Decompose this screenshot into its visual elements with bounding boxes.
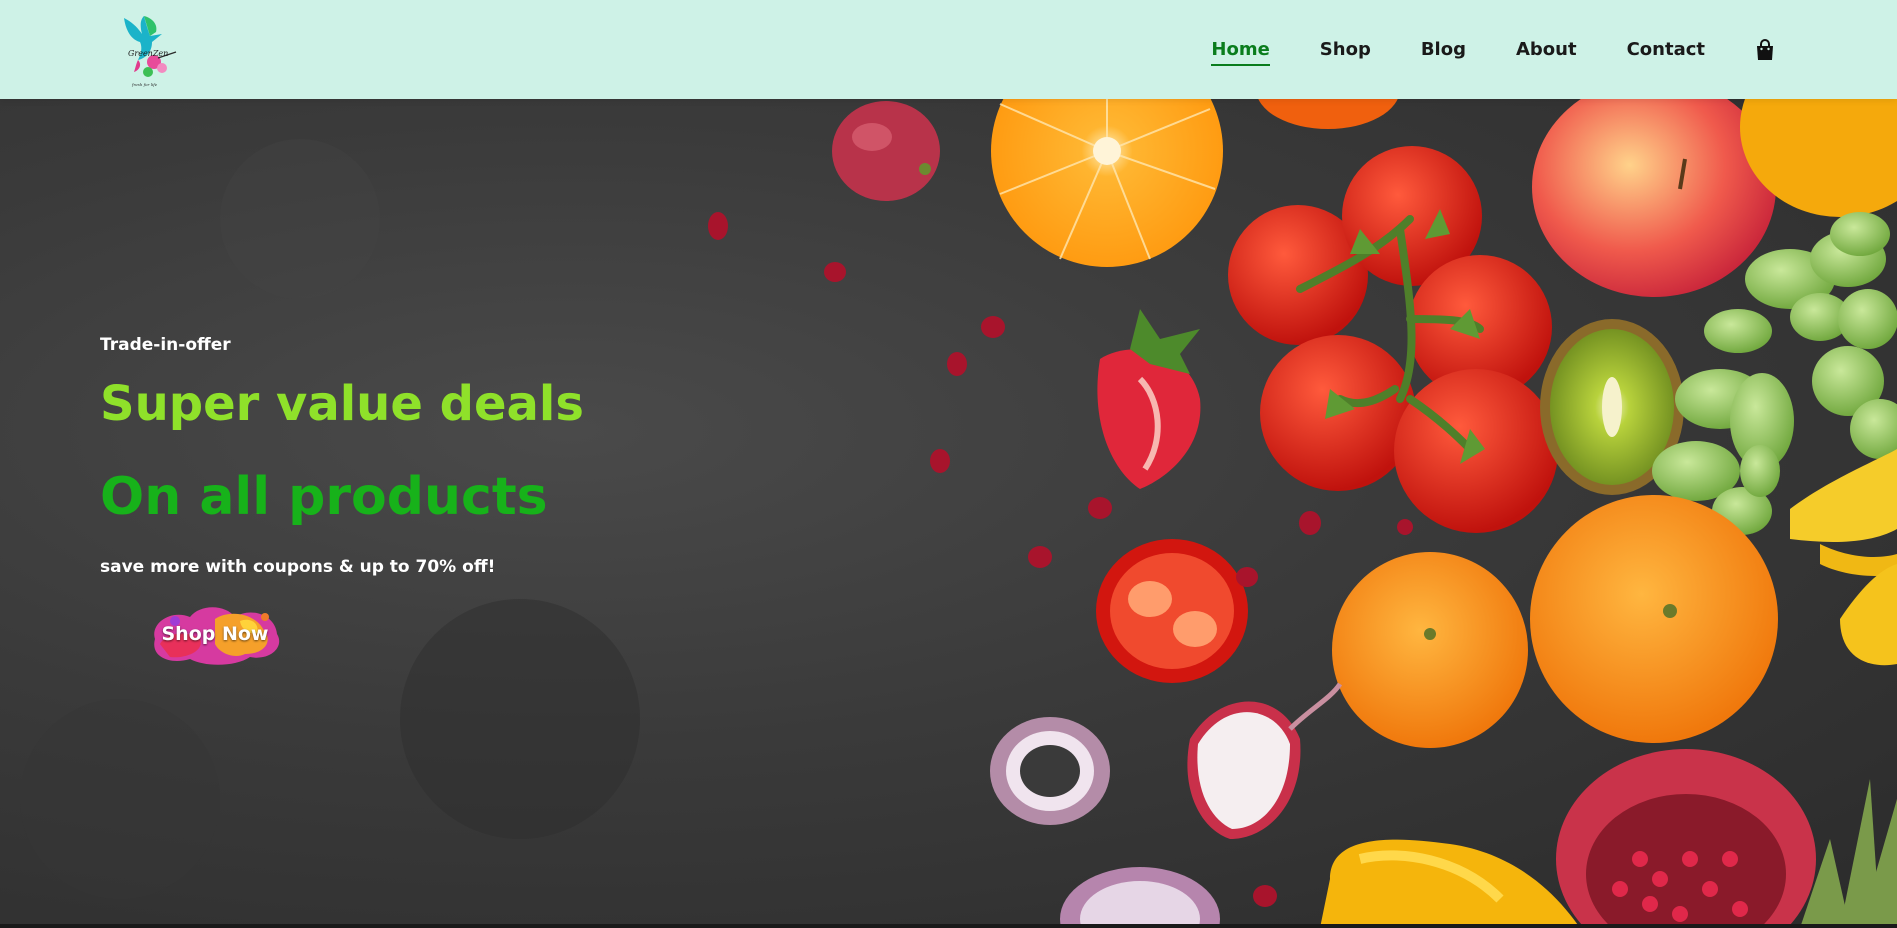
shop-now-label: Shop Now: [161, 623, 269, 645]
shopping-bag-icon[interactable]: [1755, 38, 1775, 61]
brand-logo[interactable]: GreenZen fresh for life: [118, 12, 182, 90]
svg-text:fresh for life: fresh for life: [131, 82, 158, 87]
hero-subtext: save more with coupons & up to 70% off!: [100, 557, 496, 577]
hero-headline-primary: Super value deals: [100, 376, 584, 432]
nav-home[interactable]: Home: [1211, 39, 1271, 66]
nav-blog[interactable]: Blog: [1421, 39, 1466, 60]
nav-contact[interactable]: Contact: [1627, 39, 1705, 60]
hero-eyebrow: Trade-in-offer: [100, 335, 231, 355]
nav-shop[interactable]: Shop: [1320, 39, 1371, 60]
main-nav: Home Shop Blog About Contact: [1161, 0, 1775, 99]
hero-headline-secondary: On all products: [100, 467, 548, 527]
shop-now-button[interactable]: Shop Now: [145, 599, 285, 669]
svg-text:GreenZen: GreenZen: [128, 49, 168, 58]
hero-banner: Trade-in-offer Super value deals On all …: [0, 99, 1897, 928]
site-header: GreenZen fresh for life Home Shop Blog A…: [0, 0, 1897, 99]
nav-about[interactable]: About: [1516, 39, 1577, 60]
hummingbird-logo-icon: GreenZen fresh for life: [124, 16, 177, 87]
